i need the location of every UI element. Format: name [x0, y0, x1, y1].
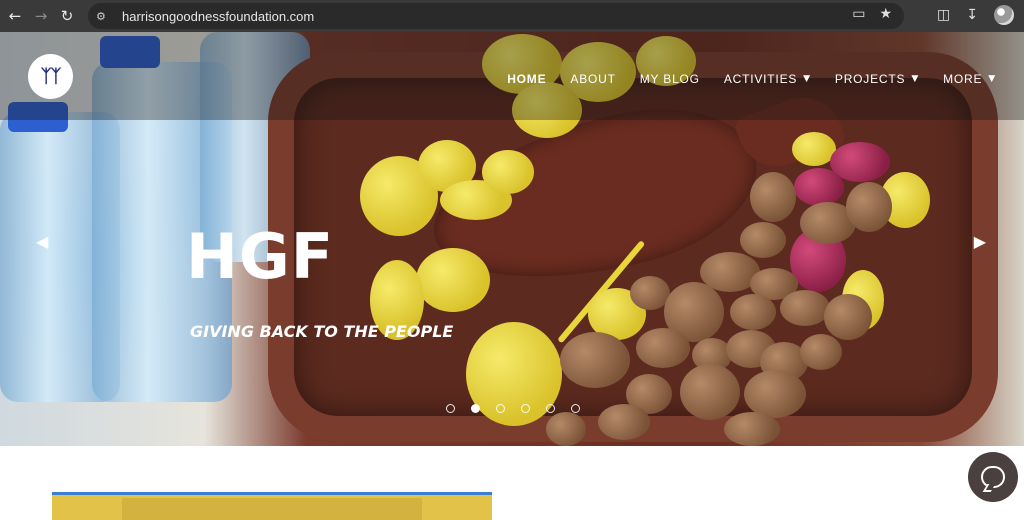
slider-dot[interactable]	[521, 404, 530, 413]
hero-subtitle: GIVING BACK TO THE PEOPLE	[190, 322, 454, 341]
extensions-icon[interactable]: ◫	[937, 7, 950, 23]
content-image[interactable]	[52, 492, 492, 520]
nut-image	[824, 294, 872, 340]
nav-item-activities[interactable]: ACTIVITIES ▼	[724, 72, 811, 86]
slider-prev-icon[interactable]: ◀	[36, 232, 48, 251]
nav-label: MORE	[943, 72, 983, 86]
slider-dots	[446, 404, 580, 413]
nut-image	[724, 412, 780, 446]
nut-image	[680, 364, 740, 420]
nav-item-my-blog[interactable]: MY BLOG	[640, 72, 700, 86]
reload-icon[interactable]: ↻	[56, 5, 78, 27]
nut-image	[744, 370, 806, 418]
nav-item-projects[interactable]: PROJECTS ▼	[835, 72, 919, 86]
slider-dot-active[interactable]	[471, 404, 480, 413]
nav-item-about[interactable]: ABOUT	[570, 72, 615, 86]
chat-button[interactable]	[968, 452, 1018, 502]
nut-image	[730, 294, 776, 330]
url-text[interactable]: harrisongoodnessfoundation.com	[122, 9, 314, 24]
main-navigation: HOME ABOUT MY BLOG ACTIVITIES ▼ PROJECTS ▼…	[507, 72, 996, 86]
caret-down-icon: ▼	[988, 74, 996, 84]
hero-slider: ᛉᛉ HOME ABOUT MY BLOG ACTIVITIES ▼ PROJEC…	[0, 32, 1024, 446]
nav-label: MY BLOG	[639, 72, 700, 86]
forward-icon[interactable]: →	[30, 5, 52, 27]
site-info-icon[interactable]: ⚙	[96, 10, 114, 23]
nut-image	[800, 334, 842, 370]
nav-item-home[interactable]: HOME	[507, 72, 546, 86]
slider-dot[interactable]	[571, 404, 580, 413]
caret-down-icon: ▼	[911, 74, 920, 84]
nut-image	[846, 182, 892, 232]
slider-dot[interactable]	[546, 404, 555, 413]
fruit-image	[482, 150, 534, 194]
slider-dot[interactable]	[446, 404, 455, 413]
nut-image	[750, 172, 796, 222]
hero-title: HGF	[186, 220, 335, 293]
caret-down-icon: ▼	[803, 74, 811, 84]
nav-label: ABOUT	[570, 72, 616, 86]
nav-label: PROJECTS	[834, 72, 906, 86]
fruit-image	[416, 248, 490, 312]
nut-image	[780, 290, 830, 326]
fruit-image	[794, 168, 844, 206]
nav-label: ACTIVITIES	[723, 72, 798, 86]
nut-image	[598, 404, 650, 440]
profile-icon[interactable]	[994, 5, 1014, 25]
nut-image	[546, 412, 586, 446]
chat-bubble-icon	[981, 466, 1005, 488]
nut-image	[636, 328, 690, 368]
slider-dot[interactable]	[496, 404, 505, 413]
back-icon[interactable]: ←	[4, 5, 26, 27]
nut-image	[740, 222, 786, 258]
download-icon[interactable]: ↧	[966, 7, 978, 23]
bookmark-star-icon[interactable]: ★	[879, 6, 892, 22]
address-bar[interactable]: ⚙ harrisongoodnessfoundation.com ▭ ★	[88, 3, 904, 29]
nut-image	[560, 332, 630, 388]
nav-item-more[interactable]: MORE ▼	[943, 72, 996, 86]
slider-next-icon[interactable]: ▶	[974, 232, 986, 251]
browser-toolbar: ← → ↻ ⚙ harrisongoodnessfoundation.com ▭…	[0, 0, 1024, 32]
logo-figures-icon: ᛉᛉ	[40, 66, 62, 87]
site-logo[interactable]: ᛉᛉ	[28, 54, 73, 99]
screen-cast-icon[interactable]: ▭	[852, 6, 865, 22]
nav-label: HOME	[507, 72, 547, 86]
